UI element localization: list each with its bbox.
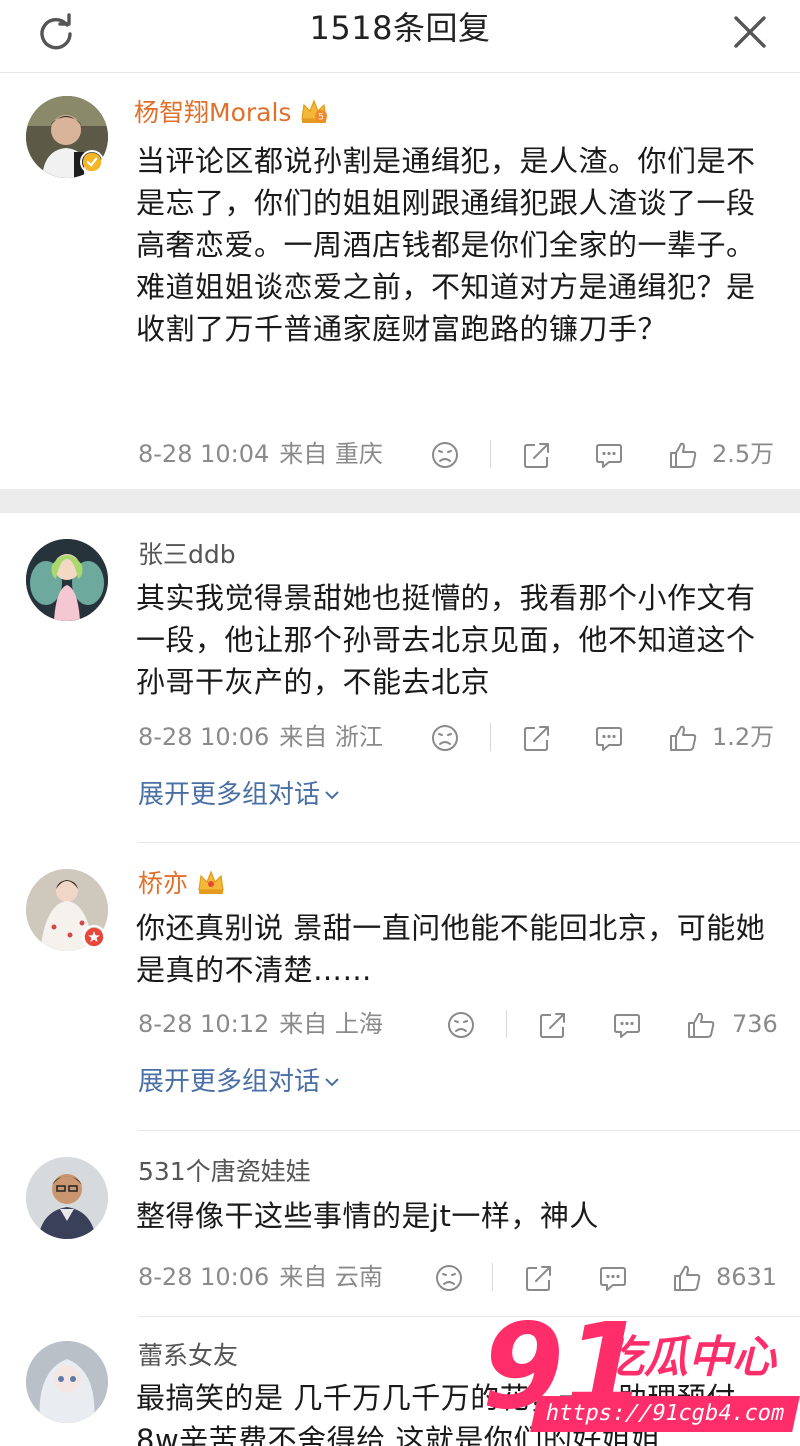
like-icon[interactable] xyxy=(686,1010,716,1040)
like-count: 8631 xyxy=(716,1263,778,1291)
comment-icon[interactable] xyxy=(594,723,624,753)
section-divider xyxy=(0,489,800,513)
username-text[interactable]: 杨智翔Morals xyxy=(134,98,291,127)
comment-location: 来自 重庆 xyxy=(279,440,383,468)
share-icon[interactable] xyxy=(524,1263,554,1293)
comment-content: 其实我觉得景甜她也挺懵的，我看那个小作文有一段，他让那个孙哥去北京见面，他不知道… xyxy=(136,581,756,699)
username[interactable]: 张三ddb xyxy=(138,538,236,572)
comment-location: 来自 云南 xyxy=(279,1263,383,1291)
comment-time: 8-28 10:06 xyxy=(138,1263,270,1291)
dislike-icon[interactable] xyxy=(446,1010,476,1040)
divider xyxy=(492,1263,493,1291)
comment-content: 你还真别说 景甜一直问他能不能回北京，可能她是真的不清楚…… xyxy=(136,911,766,987)
comment-time: 8-28 10:12 xyxy=(138,1010,270,1038)
svg-text:5: 5 xyxy=(319,113,325,123)
comment-icon[interactable] xyxy=(594,440,624,470)
member-badge-icon xyxy=(82,925,106,949)
username[interactable]: 蕾系女友 xyxy=(138,1339,238,1373)
watermark-brand: 吃瓜中心 xyxy=(600,1332,776,1383)
comment-location: 来自 浙江 xyxy=(279,723,383,751)
comment-item: 531个唐瓷娃娃 整得像干这些事情的是jt一样，神人 8-28 10:06 来自 … xyxy=(0,1131,800,1316)
dislike-icon[interactable] xyxy=(434,1263,464,1293)
expand-label[interactable]: 展开更多组对话 xyxy=(138,780,320,810)
watermark-url: https://91cgb4.com xyxy=(530,1396,800,1432)
comment-item: 桥亦 你还真别说 景甜一直问他能不能回北京，可能她是真的不清楚…… 8-28 1… xyxy=(0,843,800,1130)
comment-item: 杨智翔Morals 5 当评论区都说孙割是通缉犯，是人渣。你们是不是忘了，你们的… xyxy=(0,72,800,489)
crown-icon xyxy=(198,870,224,894)
comment-time: 8-28 10:04 xyxy=(138,440,270,468)
chevron-down-icon xyxy=(325,791,339,800)
top-bar: 1518条回复 xyxy=(0,0,800,73)
comment-icon[interactable] xyxy=(612,1010,642,1040)
comment-icon[interactable] xyxy=(598,1263,628,1293)
chevron-down-icon xyxy=(325,1078,339,1087)
divider xyxy=(490,723,491,751)
avatar[interactable] xyxy=(26,539,108,621)
share-icon[interactable] xyxy=(538,1010,568,1040)
comment-item: 张三ddb 其实我觉得景甜她也挺懵的，我看那个小作文有一段，他让那个孙哥去北京见… xyxy=(0,513,800,843)
divider xyxy=(506,1010,507,1038)
crown-icon: 5 xyxy=(301,99,328,123)
share-icon[interactable] xyxy=(522,440,552,470)
avatar[interactable] xyxy=(26,1157,108,1239)
expand-conversation-link[interactable]: 展开更多组对话 xyxy=(138,777,340,813)
like-count: 2.5万 xyxy=(712,440,775,468)
expand-label[interactable]: 展开更多组对话 xyxy=(138,1067,320,1097)
comment-content: 整得像干这些事情的是jt一样，神人 xyxy=(136,1199,599,1233)
expand-conversation-link[interactable]: 展开更多组对话 xyxy=(138,1064,340,1100)
dislike-icon[interactable] xyxy=(430,723,460,753)
username-text[interactable]: 桥亦 xyxy=(138,869,188,898)
watermark-logo: 91 吃瓜中心 https://91cgb4.com xyxy=(482,1306,800,1446)
comment-location: 来自 上海 xyxy=(279,1010,383,1038)
dislike-icon[interactable] xyxy=(430,440,460,470)
avatar[interactable] xyxy=(26,1341,108,1423)
page-title: 1518条回复 xyxy=(309,9,491,47)
comment-meta: 8-28 10:04 来自 重庆 2.5万 xyxy=(138,434,778,474)
close-icon[interactable] xyxy=(730,12,770,52)
like-count: 736 xyxy=(732,1010,778,1038)
like-icon[interactable] xyxy=(668,440,698,470)
divider xyxy=(490,440,491,468)
share-icon[interactable] xyxy=(522,723,552,753)
comment-time: 8-28 10:06 xyxy=(138,723,270,751)
comment-meta: 8-28 10:06 来自 云南 8631 xyxy=(138,1257,778,1297)
comment-meta: 8-28 10:12 来自 上海 736 xyxy=(138,1004,778,1044)
comment-meta: 8-28 10:06 来自 浙江 1.2万 xyxy=(138,717,778,757)
verified-icon xyxy=(80,150,104,174)
username[interactable]: 桥亦 xyxy=(138,867,226,901)
like-count: 1.2万 xyxy=(712,723,775,751)
username[interactable]: 杨智翔Morals 5 xyxy=(134,96,329,130)
like-icon[interactable] xyxy=(672,1263,702,1293)
username[interactable]: 531个唐瓷娃娃 xyxy=(138,1155,311,1189)
like-icon[interactable] xyxy=(668,723,698,753)
comment-content: 当评论区都说孙割是通缉犯，是人渣。你们是不是忘了，你们的姐姐刚跟通缉犯跟人渣谈了… xyxy=(136,144,756,346)
